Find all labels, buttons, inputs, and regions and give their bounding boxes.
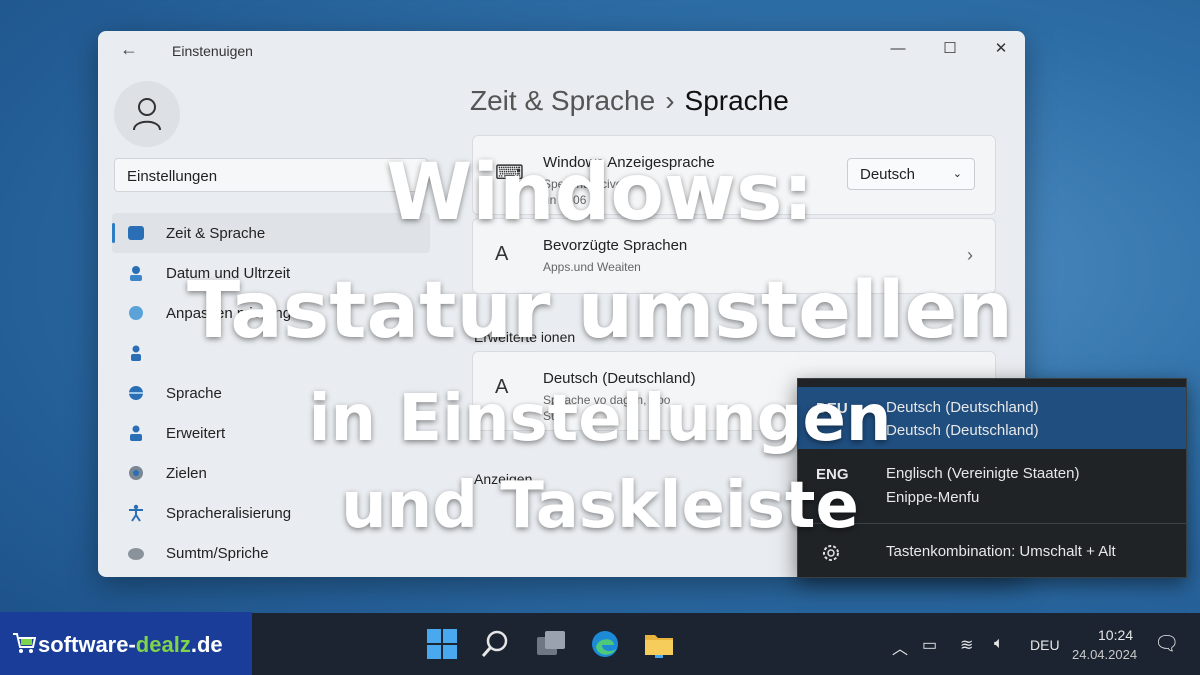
arrow-left-icon[interactable]: ← [120,39,138,60]
brand-banner: software-dealz.de [0,612,252,675]
chevron-right-icon: › [967,245,973,265]
brand-name: software-dealz.de [38,632,223,658]
breadcrumb: Zeit & Sprache › Sprache [470,85,789,117]
notification-icon[interactable]: 🗨︎ [1154,631,1179,656]
brand-prefix: software- [38,632,136,657]
battery-icon[interactable]: ▭ [922,635,937,655]
gear-icon[interactable] [820,542,842,564]
sidebar-item-label: Sumtm/Spriche [166,544,269,562]
edge-browser-icon[interactable] [588,627,622,661]
desktop: ← Einstenuigen — ☐ ✕ Einstellungen Zeit … [0,0,1200,675]
speech-icon [126,543,146,563]
page-title: Sprache [684,85,789,116]
headline-line-4: und Taskleiste [341,469,859,543]
search-icon[interactable] [478,627,512,661]
user-icon [133,98,161,131]
windows-start-icon[interactable] [425,627,459,661]
window-title: Einstenuigen [172,43,253,59]
input-language-indicator[interactable]: DEU [1030,637,1060,653]
clock-time[interactable]: 10:24 [1098,627,1133,643]
maximize-icon[interactable]: ☐ [935,37,965,61]
headline-line-1: Windows: [386,148,814,238]
chevron-up-icon[interactable]: ︿ [892,635,908,659]
wifi-icon[interactable]: ≋ [960,635,973,655]
file-explorer-icon[interactable] [642,627,676,661]
card-title: Bevorzügte Sprachen [543,237,688,254]
headline-line-2: Tastatur umstellen [187,266,1013,356]
shopping-cart-logo-icon [13,633,36,653]
headline-line-3: in Einstellungen [308,382,892,456]
speaker-icon[interactable]: 🔈︎ [994,635,1004,653]
breadcrumb-parent[interactable]: Zeit & Sprache [470,85,655,116]
minimize-icon[interactable]: — [883,37,913,61]
brand-highlight: dealz [135,632,191,657]
clock-date[interactable]: 24.04.2024 [1072,647,1137,662]
brand-suffix: .de [190,632,223,657]
avatar[interactable] [114,81,180,147]
breadcrumb-separator: › [665,85,675,116]
title-bar: ← Einstenuigen — ☐ ✕ [98,31,1025,67]
keyboard-shortcut-setting[interactable]: Tastenkombination: Umschalt + Alt [886,543,1116,560]
task-view-icon[interactable] [534,627,568,661]
close-icon[interactable]: ✕ [986,37,1016,61]
